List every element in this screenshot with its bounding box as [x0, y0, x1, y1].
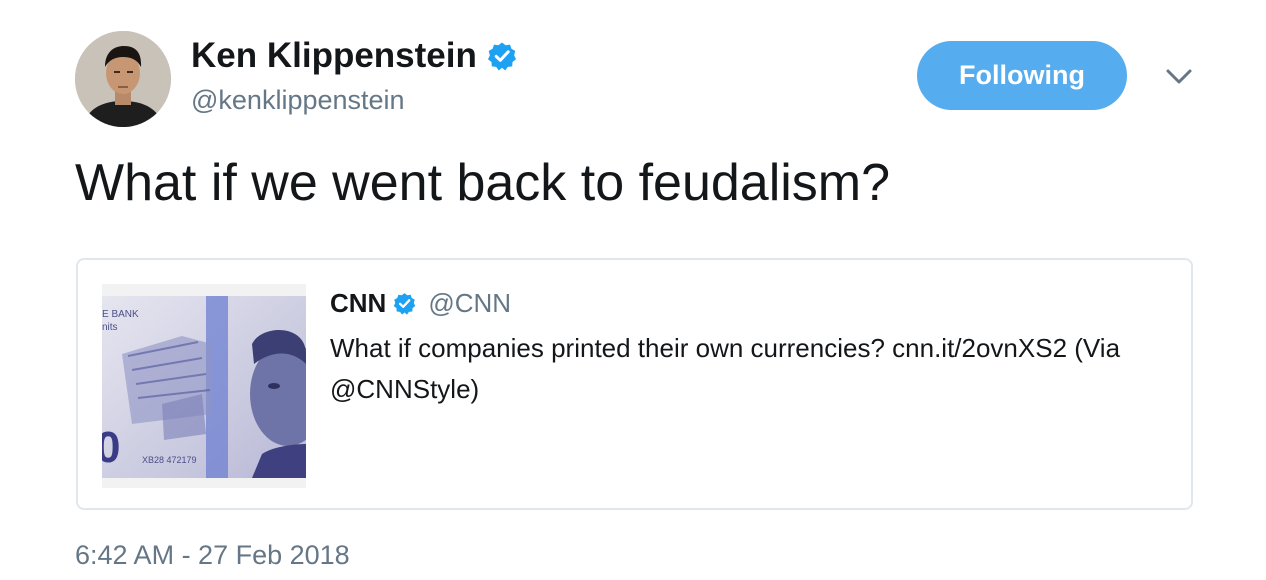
author-display-name[interactable]: Ken Klippenstein: [191, 36, 477, 76]
quoted-handle[interactable]: @CNN: [428, 288, 511, 319]
quoted-tweet-card[interactable]: E BANK nits 0 XB28 472179 CNN @CNN What …: [76, 258, 1193, 510]
verified-badge-icon: [487, 41, 517, 71]
quoted-author-row: CNN @CNN: [330, 288, 511, 319]
author-handle[interactable]: @kenklippenstein: [191, 83, 405, 117]
quoted-display-name[interactable]: CNN: [330, 288, 386, 319]
verified-badge-icon: [393, 292, 416, 315]
quoted-tweet-text: What if companies printed their own curr…: [330, 333, 1121, 404]
note-sub-text: nits: [102, 322, 118, 333]
tweet-timestamp[interactable]: 6:42 AM - 27 Feb 2018: [75, 538, 350, 572]
chevron-down-icon[interactable]: [1163, 62, 1195, 90]
note-serial: XB28 472179: [142, 455, 197, 465]
avatar-image: [75, 31, 171, 127]
tweet-text: What if we went back to feudalism?: [75, 154, 891, 212]
author-name-row: Ken Klippenstein: [191, 36, 517, 76]
quoted-tweet-image[interactable]: E BANK nits 0 XB28 472179: [102, 284, 306, 488]
following-button[interactable]: Following: [917, 41, 1127, 110]
note-bank-text: E BANK: [102, 309, 139, 320]
author-avatar[interactable]: [75, 31, 171, 127]
note-denomination: 0: [102, 423, 120, 472]
